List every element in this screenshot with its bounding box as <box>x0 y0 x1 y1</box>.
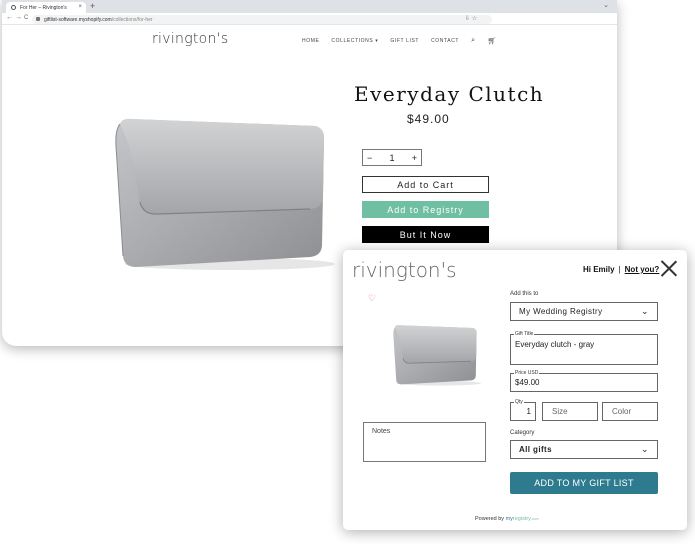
add-to-cart-button[interactable]: Add to Cart <box>362 176 489 193</box>
myregistry-logo[interactable]: myregistry.com <box>506 516 539 522</box>
browser-tab[interactable]: For Her – Rivington's × <box>6 2 86 13</box>
bookmark-star-icon[interactable]: ⇩ ☆ <box>465 15 477 22</box>
color-field[interactable]: Color <box>602 402 658 421</box>
add-to-registry-button[interactable]: Add to Registry <box>362 201 489 218</box>
stage: For Her – Rivington's × + ⌄ ← → C giftli… <box>0 0 695 544</box>
cart-icon[interactable]: 🛒︎ <box>488 37 498 45</box>
powered-by: Powered by myregistry.com <box>475 516 539 522</box>
tab-menu-icon[interactable]: ⌄ <box>603 1 609 9</box>
address-bar[interactable]: giftlist-software.myshopify.com/collecti… <box>32 15 492 24</box>
product-price: $49.00 <box>407 112 450 126</box>
not-you-link[interactable]: Not you? <box>625 265 660 274</box>
price-field[interactable]: Price USD $49.00 <box>510 370 658 392</box>
price-legend: Price USD <box>514 370 540 376</box>
nav-home[interactable]: HOME <box>302 38 319 44</box>
qty-decrease-button[interactable]: − <box>367 153 372 163</box>
qty-field[interactable]: Qty 1 <box>510 399 536 421</box>
notes-field[interactable]: Notes <box>363 422 486 462</box>
nav-collections[interactable]: COLLECTIONS ▾ <box>331 38 378 44</box>
heart-icon[interactable]: ♡ <box>368 293 376 304</box>
store-nav: HOME COLLECTIONS ▾ GIFT LIST CONTACT ⌕ 🛒… <box>302 37 497 45</box>
registry-select[interactable]: My Wedding Registry ⌄ <box>510 302 658 321</box>
price-value: $49.00 <box>515 378 540 387</box>
registry-select-value: My Wedding Registry <box>519 307 603 316</box>
gift-title-legend: Gift Title <box>514 331 535 337</box>
category-select-value: All gifts <box>519 445 552 454</box>
qty-field-value: 1 <box>526 407 531 416</box>
back-button[interactable]: ← <box>6 14 13 21</box>
add-to-gift-list-button[interactable]: ADD TO MY GIFT LIST <box>510 472 658 494</box>
tab-close-icon[interactable]: × <box>78 4 82 10</box>
reload-button[interactable]: C <box>24 15 28 21</box>
tab-title: For Her – Rivington's <box>20 5 67 11</box>
gift-registry-modal: rivington's Hi Emily | Not you? ♡ Notes Ad… <box>343 250 687 530</box>
product-image <box>115 118 335 270</box>
user-greeting: Hi Emily | Not you? <box>583 265 659 274</box>
product-title: Everyday Clutch <box>354 82 545 106</box>
logo-com: .com <box>530 517 539 521</box>
chevron-down-icon: ⌄ <box>641 444 649 454</box>
qty-legend: Qty <box>514 399 524 405</box>
browser-toolbar: ← → C giftlist-software.myshopify.com/co… <box>2 13 617 25</box>
logo-my: my <box>505 516 513 522</box>
modal-product-image <box>393 325 481 386</box>
favicon-icon <box>11 5 16 10</box>
greeting-separator: | <box>618 265 621 274</box>
forward-button[interactable]: → <box>15 14 22 21</box>
lock-icon <box>36 17 40 21</box>
powered-by-text: Powered by <box>475 516 505 522</box>
search-icon[interactable]: ⌕ <box>471 37 476 45</box>
nav-gift-list[interactable]: GIFT LIST <box>390 38 419 44</box>
modal-logo: rivington's <box>352 258 457 282</box>
close-icon[interactable] <box>661 260 677 276</box>
chevron-down-icon: ⌄ <box>641 306 649 316</box>
category-select[interactable]: All gifts ⌄ <box>510 440 658 459</box>
url-path: /collections/for-her <box>111 17 153 23</box>
category-label: Category <box>510 430 535 436</box>
logo-registry: registry <box>512 516 531 522</box>
tab-bar: For Her – Rivington's × + ⌄ <box>2 0 617 13</box>
nav-contact[interactable]: CONTACT <box>431 38 459 44</box>
url-host: giftlist-software.myshopify.com <box>44 17 112 23</box>
qty-increase-button[interactable]: + <box>412 153 417 163</box>
new-tab-button[interactable]: + <box>90 1 95 11</box>
add-this-to-label: Add this to <box>510 291 539 297</box>
buy-now-button[interactable]: But It Now <box>362 226 489 243</box>
gift-title-field[interactable]: Gift Title Everyday clutch - gray <box>510 331 658 365</box>
greeting-text: Hi Emily <box>583 265 615 274</box>
size-field[interactable]: Size <box>542 402 598 421</box>
store-logo[interactable]: rivington's <box>152 31 228 47</box>
qty-value[interactable]: 1 <box>389 153 394 163</box>
gift-title-value: Everyday clutch - gray <box>515 340 595 349</box>
quantity-stepper[interactable]: − 1 + <box>362 149 422 166</box>
